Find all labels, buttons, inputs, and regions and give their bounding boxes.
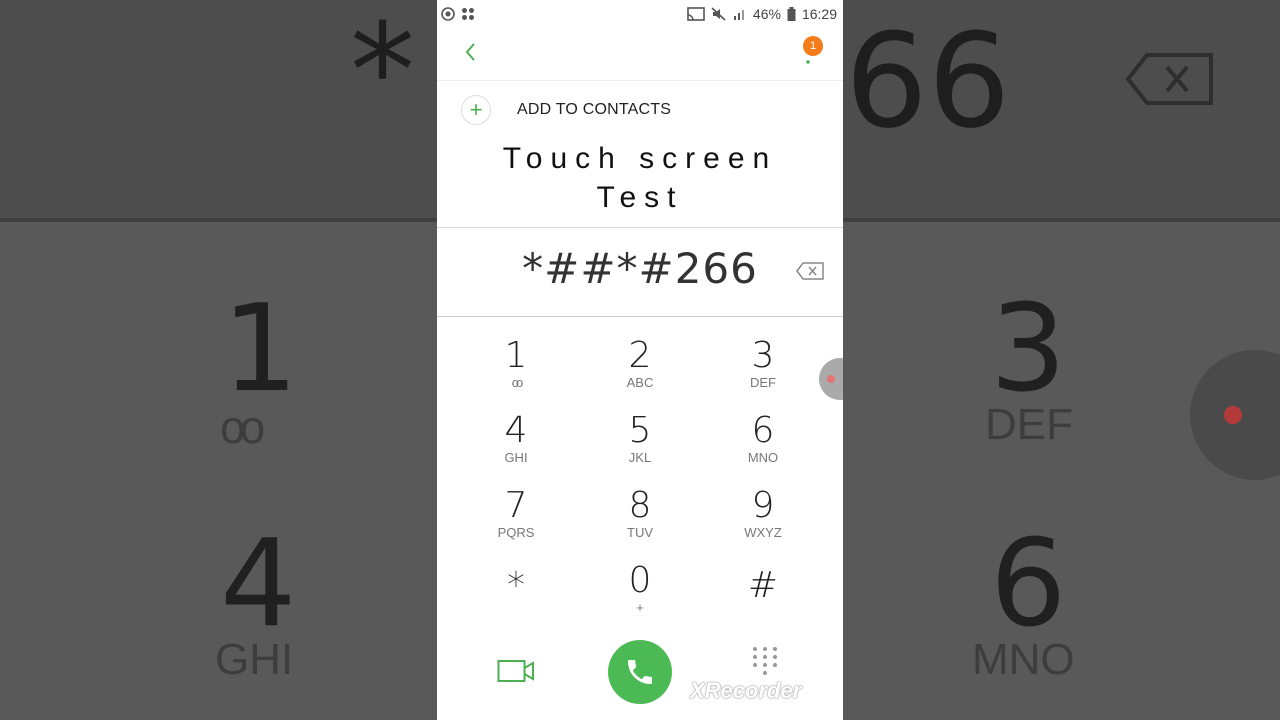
- key-0[interactable]: 0 +: [590, 561, 690, 631]
- mute-icon: [711, 7, 726, 21]
- signal-icon: [733, 10, 744, 20]
- add-to-contacts-row[interactable]: + ADD TO CONTACTS: [437, 81, 843, 139]
- key-letters: ABC: [626, 375, 654, 390]
- key-6[interactable]: 6 MNO: [713, 411, 813, 481]
- background-digit-4: 4: [220, 515, 297, 654]
- key-letters: +: [636, 600, 644, 615]
- screen-recorder-bubble[interactable]: [819, 358, 843, 400]
- grid-status-icon: [462, 8, 474, 20]
- battery-icon: [787, 7, 796, 21]
- key-digit: 4: [504, 410, 528, 451]
- background-letters-ghi: GHI: [215, 635, 294, 684]
- key-digit: 9: [751, 485, 775, 526]
- more-options-icon[interactable]: [806, 54, 810, 64]
- background-letters-mno: MNO: [972, 635, 1075, 684]
- key-digit: 3: [751, 335, 775, 376]
- touch-screen-test-title: Touch screen Test: [437, 139, 843, 227]
- background-digit-6: 6: [990, 515, 1067, 654]
- background-star: *: [350, 0, 415, 147]
- title-line-2: Test: [596, 181, 684, 214]
- key-7[interactable]: 7 PQRS: [466, 486, 566, 556]
- key-digit: #: [747, 565, 779, 606]
- key-letters: DEF: [750, 375, 776, 390]
- key-letters: MNO: [747, 450, 779, 465]
- top-bar: 1: [437, 28, 843, 81]
- background-voicemail-icon: oo: [220, 401, 265, 453]
- key-1[interactable]: 1 oo: [466, 336, 566, 406]
- key-letters: GHI: [504, 450, 528, 465]
- key-letters: PQRS: [497, 525, 535, 540]
- key-letters: JKL: [628, 450, 652, 465]
- status-bar: 46% 16:29: [437, 0, 843, 28]
- title-line-1: Touch screen: [502, 142, 778, 175]
- battery-percent: 46%: [752, 6, 781, 22]
- background-digit-1: 1: [222, 280, 299, 419]
- add-to-contacts-label[interactable]: ADD TO CONTACTS: [517, 101, 671, 119]
- clock: 16:29: [801, 6, 837, 22]
- key-digit: 8: [628, 485, 652, 526]
- app-status-icon: [441, 7, 455, 21]
- key-star[interactable]: *: [466, 566, 566, 636]
- key-2[interactable]: 2 ABC: [590, 336, 690, 406]
- cast-icon: [687, 7, 705, 21]
- key-8[interactable]: 8 TUV: [590, 486, 690, 556]
- recorder-watermark: XRecorder: [690, 678, 802, 703]
- dial-number-row: *##*#266: [437, 227, 843, 317]
- background-letters-def: DEF: [985, 400, 1073, 449]
- key-letters: TUV: [627, 525, 653, 540]
- key-hash[interactable]: #: [713, 566, 813, 636]
- phone-icon: [628, 660, 652, 684]
- call-button[interactable]: [608, 640, 672, 704]
- key-9[interactable]: 9 WXYZ: [713, 486, 813, 556]
- phone-screen: 46% 16:29 1 + ADD TO CONTACTS Touch scre…: [437, 0, 843, 720]
- backspace-icon[interactable]: [795, 261, 825, 281]
- back-arrow-icon[interactable]: [459, 40, 483, 64]
- key-digit: 0: [628, 560, 652, 601]
- key-digit: 1: [504, 335, 528, 376]
- key-digit: 6: [751, 410, 775, 451]
- key-digit: 5: [628, 410, 652, 451]
- key-5[interactable]: 5 JKL: [590, 411, 690, 481]
- background-backspace-icon: [1125, 53, 1213, 105]
- key-digit: 2: [628, 335, 652, 376]
- key-digit: *: [507, 565, 525, 606]
- video-call-icon[interactable]: [497, 658, 535, 684]
- background-number-tail: 66: [845, 5, 1011, 157]
- key-4[interactable]: 4 GHI: [466, 411, 566, 481]
- key-letters: WXYZ: [744, 525, 782, 540]
- notification-badge: 1: [803, 36, 823, 56]
- add-contact-plus-icon[interactable]: +: [461, 95, 491, 125]
- key-digit: 7: [504, 485, 528, 526]
- key-3[interactable]: 3 DEF: [713, 336, 813, 406]
- background-record-blob: [1190, 350, 1280, 480]
- background-digit-3: 3: [990, 280, 1067, 419]
- dialed-number[interactable]: *##*#266: [437, 244, 843, 293]
- voicemail-icon: oo: [511, 375, 523, 390]
